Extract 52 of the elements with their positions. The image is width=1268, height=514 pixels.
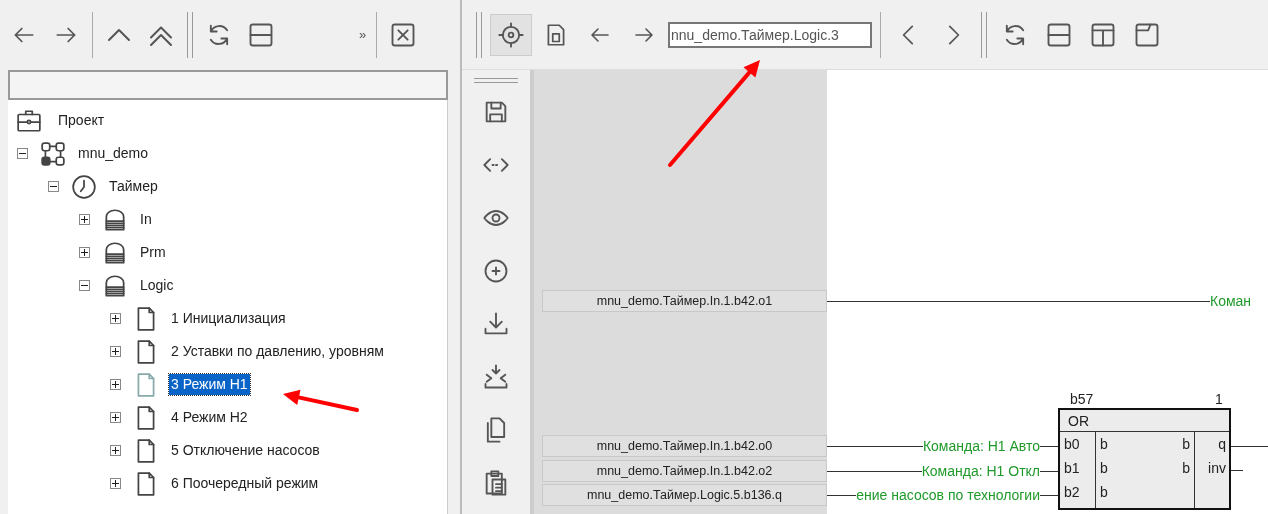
overflow-button[interactable]: »	[355, 25, 371, 45]
pin-type: b	[1100, 459, 1109, 478]
input-pin: b0	[1064, 435, 1081, 454]
plus-circle-icon	[482, 257, 510, 285]
tree-item[interactable]: 1 Инициализация	[169, 308, 288, 329]
output-pin: q	[1217, 435, 1226, 454]
signal-source: mnu_demo.Таймер.In.1.b42.o2	[542, 460, 827, 482]
signal-source: mnu_demo.Таймер.In.1.b42.o0	[542, 435, 827, 457]
tree-item[interactable]: In	[138, 209, 154, 230]
signal-source: mnu_demo.Таймер.In.1.b42.o1	[542, 290, 827, 312]
input-pin: b1	[1064, 459, 1081, 478]
pin-type: b	[1100, 435, 1109, 454]
locate-icon	[497, 20, 525, 49]
collapse-toggle[interactable]	[48, 181, 59, 192]
database-icon	[102, 239, 128, 266]
database-icon	[102, 272, 128, 299]
pin-type: b	[1182, 435, 1190, 454]
input-pin: b2	[1064, 483, 1081, 502]
tree-item[interactable]: 4 Режим Н2	[169, 407, 250, 428]
collapse-toggle[interactable]	[79, 280, 90, 291]
network-icon	[40, 140, 66, 167]
database-icon	[102, 206, 128, 233]
tree-item[interactable]: Logic	[138, 275, 176, 296]
expand-toggle[interactable]	[110, 313, 121, 324]
tree-item[interactable]: mnu_demo	[76, 143, 151, 164]
pin-type: b	[1100, 483, 1109, 502]
expand-toggle[interactable]	[79, 214, 90, 225]
collapse-toggle[interactable]	[17, 148, 28, 159]
tree-item[interactable]: 6 Поочередный режим	[169, 473, 321, 494]
tree-item[interactable]: 3 Режим Н1	[169, 374, 250, 395]
path-field[interactable]: nnu_demo.Таймер.Logic.3	[668, 21, 872, 48]
tree-item[interactable]: Prm	[138, 242, 168, 263]
clock-icon	[71, 173, 97, 200]
expand-toggle[interactable]	[110, 379, 121, 390]
panel-icon	[247, 21, 275, 49]
block-name: b57	[1070, 390, 1094, 409]
block-type: OR	[1060, 410, 1229, 432]
merge-icon	[482, 363, 510, 391]
tree-item[interactable]: Таймер	[107, 176, 160, 197]
expand-toggle[interactable]	[110, 478, 121, 489]
expand-toggle[interactable]	[110, 346, 121, 357]
expand-toggle[interactable]	[110, 412, 121, 423]
expand-toggle[interactable]	[110, 445, 121, 456]
expand-toggle[interactable]	[79, 247, 90, 258]
tree-item[interactable]: Проект	[56, 110, 107, 131]
pin-type: b	[1182, 459, 1190, 478]
signal-source: mnu_demo.Таймер.Logic.5.b136.q	[542, 484, 827, 506]
logic-block[interactable]: OR b0 b1 b2 b b b b b q inv	[1058, 408, 1231, 510]
output-pin: inv	[1207, 459, 1226, 478]
tree-item[interactable]: 5 Отключение насосов	[169, 440, 322, 461]
tree-item[interactable]: 2 Уставки по давлению, уровням	[169, 341, 386, 362]
block-number: 1	[1215, 390, 1223, 409]
